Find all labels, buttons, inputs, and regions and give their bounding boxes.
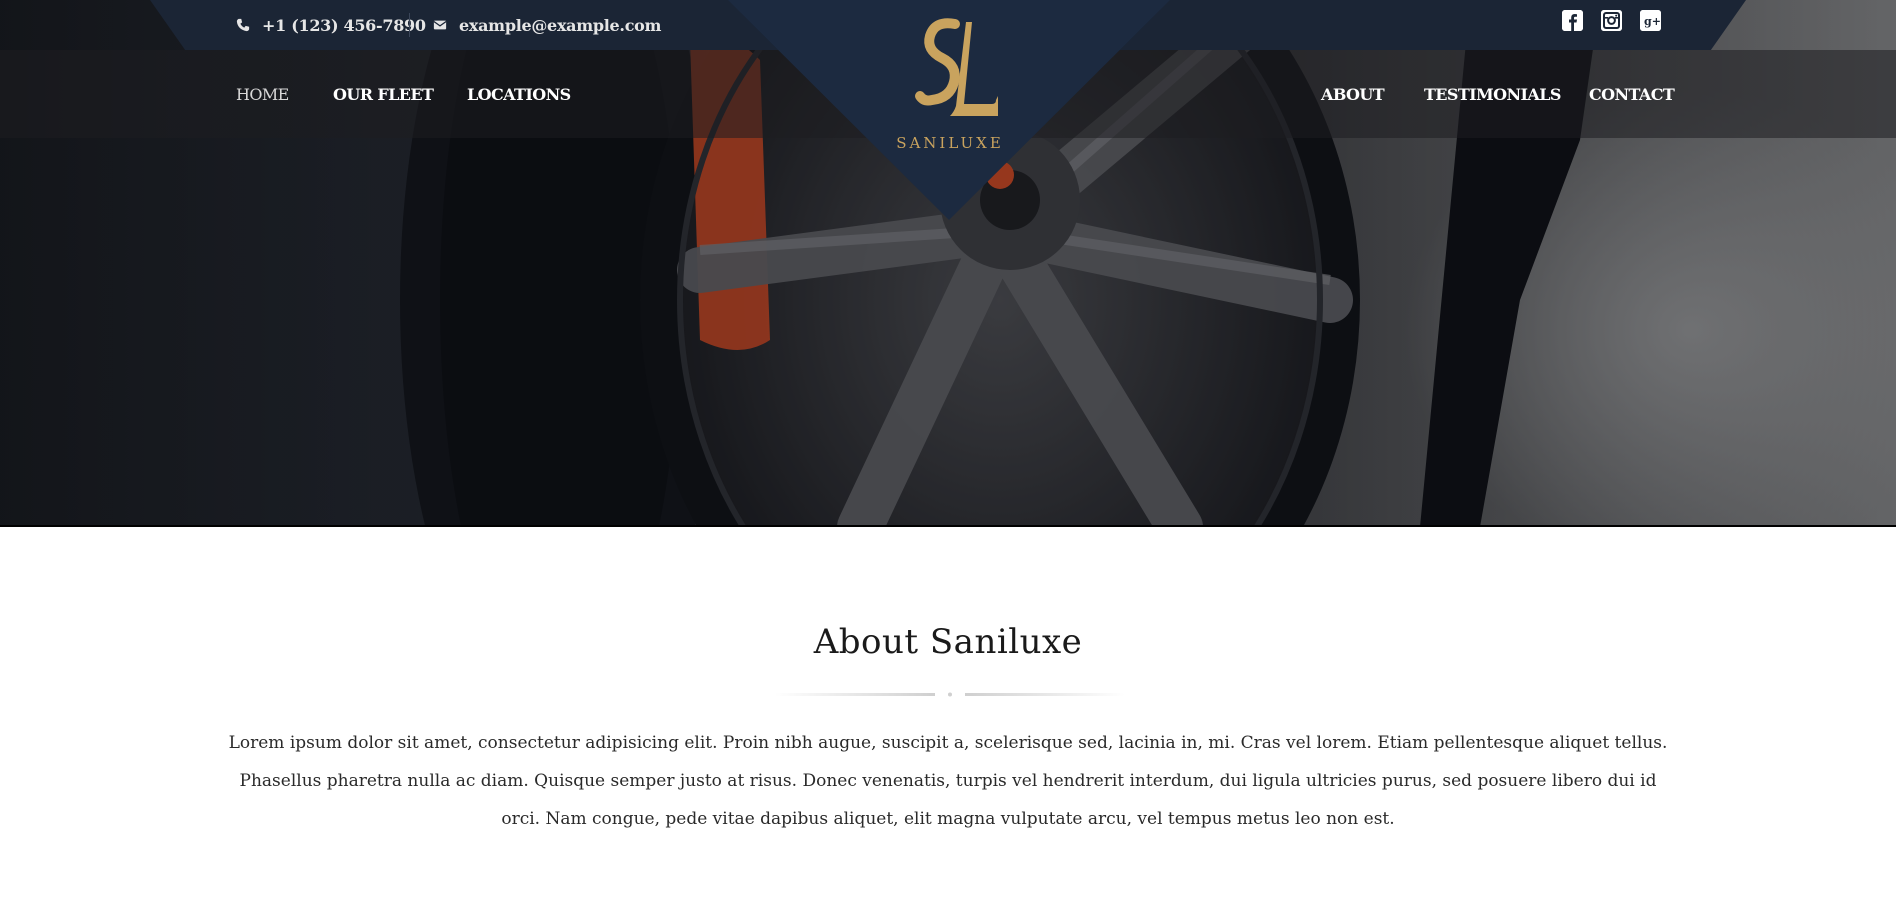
brand-name: SANILUXE: [896, 134, 1004, 152]
contact-divider: [409, 13, 410, 37]
facebook-icon[interactable]: [1562, 10, 1583, 31]
about-title: About Saniluxe: [813, 622, 1083, 662]
google-plus-icon[interactable]: g+: [1640, 10, 1661, 31]
title-divider: [775, 692, 1125, 697]
nav-locations[interactable]: LOCATIONS: [467, 50, 571, 138]
envelope-icon: [433, 20, 447, 30]
contact-email[interactable]: example@example.com: [433, 0, 661, 50]
logo-monogram: [915, 18, 998, 116]
social-links: g+: [1562, 10, 1661, 31]
phone-number: +1 (123) 456-7890: [262, 15, 426, 35]
nav-testimonials[interactable]: TESTIMONIALS: [1424, 50, 1561, 138]
svg-text:g+: g+: [1644, 15, 1661, 28]
instagram-icon[interactable]: [1601, 10, 1622, 31]
nav-contact[interactable]: CONTACT: [1589, 50, 1675, 138]
nav-our-fleet[interactable]: OUR FLEET: [333, 50, 434, 138]
brand-logo[interactable]: SANILUXE: [880, 16, 1020, 156]
email-address: example@example.com: [459, 15, 662, 35]
about-description: Lorem ipsum dolor sit amet, consectetur …: [228, 733, 1668, 829]
contact-phone[interactable]: +1 (123) 456-7890: [236, 0, 426, 50]
nav-home[interactable]: HOME: [236, 50, 289, 138]
nav-about[interactable]: ABOUT: [1321, 50, 1385, 138]
phone-icon: [236, 18, 250, 32]
